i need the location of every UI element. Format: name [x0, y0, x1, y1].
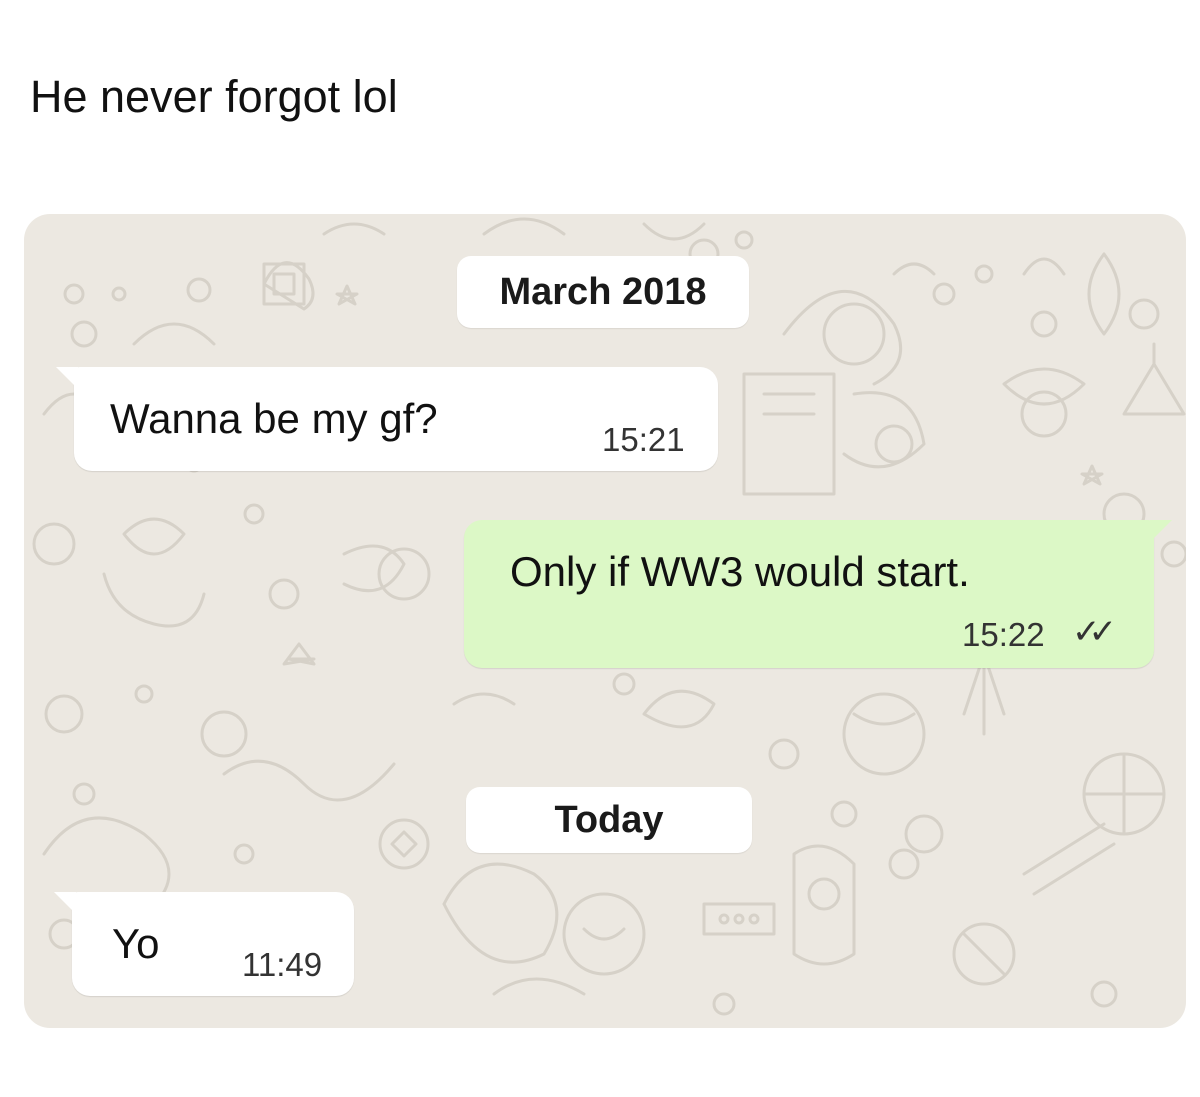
- chat-window: March 2018 Wanna be my gf? 15:21 Only if…: [24, 214, 1186, 1028]
- date-divider-today: Today: [466, 787, 752, 853]
- message-time: 15:22: [962, 616, 1045, 653]
- bubble-tail: [54, 892, 76, 914]
- outgoing-message-bubble[interactable]: Only if WW3 would start. 15:22 ✓✓: [464, 520, 1172, 668]
- bubble-tail: [1150, 520, 1172, 542]
- bubble-tail: [56, 367, 78, 389]
- message-text: Yo: [112, 920, 160, 967]
- double-check-icon: ✓✓: [1072, 613, 1117, 651]
- post-caption: He never forgot lol: [30, 71, 398, 122]
- message-text: Only if WW3 would start.: [510, 548, 970, 595]
- incoming-message-bubble[interactable]: Wanna be my gf? 15:21: [56, 367, 718, 471]
- date-divider-march-2018: March 2018: [457, 256, 749, 328]
- message-text: Wanna be my gf?: [110, 395, 438, 442]
- incoming-message-bubble[interactable]: Yo 11:49: [54, 892, 354, 996]
- message-time: 15:21: [602, 421, 685, 458]
- message-time: 11:49: [242, 946, 323, 983]
